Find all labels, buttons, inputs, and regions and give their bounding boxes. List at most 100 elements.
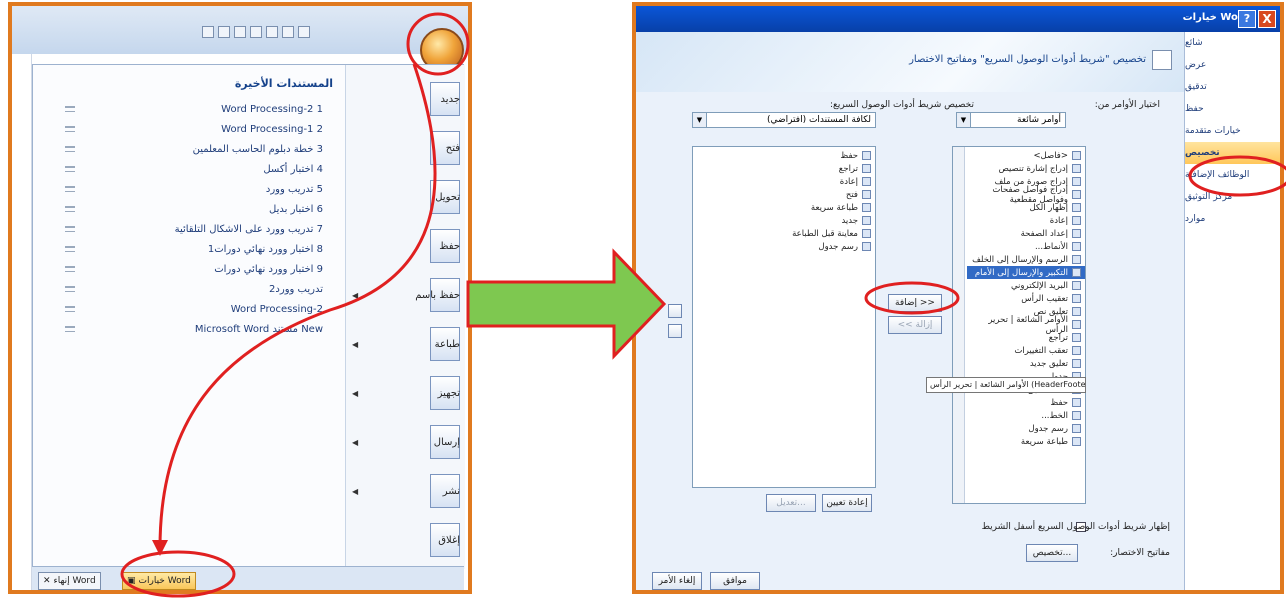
command-list-item[interactable]: تعليق جديد (967, 357, 1085, 370)
command-icon (1072, 320, 1081, 329)
office-command[interactable]: حفظ (346, 220, 466, 272)
office-command[interactable]: ◀ تجهيز (346, 367, 466, 419)
recent-document-item[interactable]: 6 اختبار بديل (59, 199, 329, 219)
command-list-item[interactable]: إدراج فواصل صفحات وفواصل مقطعية (967, 185, 1085, 205)
move-up-button[interactable] (668, 304, 682, 318)
pin-icon[interactable] (65, 126, 75, 132)
options-nav-item[interactable]: شائع (1185, 32, 1280, 54)
recent-document-item[interactable]: 5 تدريب وورد (59, 179, 329, 199)
commands-listbox[interactable]: <فاصل> إدراج إشارة تنصيص إدراج صورة من ملف… (952, 146, 1086, 504)
office-command[interactable]: ◀ نشر (346, 465, 466, 517)
shortcuts-customize-button[interactable]: تخصيص... (1026, 544, 1078, 562)
print-icon[interactable] (250, 26, 262, 38)
office-command[interactable]: تحويل (346, 171, 466, 223)
word-options-button[interactable]: ▣ خيارات Word (122, 572, 196, 590)
reset-button[interactable]: إعادة تعيين (822, 494, 872, 512)
pin-icon[interactable] (65, 246, 75, 252)
pin-icon[interactable] (65, 186, 75, 192)
recent-document-item[interactable]: New مستند Microsoft Word (59, 319, 329, 339)
add-button[interactable]: إضافة >> (888, 294, 942, 312)
recent-document-item[interactable]: 9 اختبار وورد نهائي دورات (59, 259, 329, 279)
modify-button[interactable]: تعديل... (766, 494, 816, 512)
command-icon (1072, 268, 1081, 277)
options-nav-item[interactable]: موارد (1185, 208, 1280, 230)
open-icon[interactable] (282, 26, 294, 38)
qat-listbox[interactable]: حفظ تراجع إعادة فتح طباعة سريعة جديد معاينة قب… (692, 146, 876, 488)
command-list-item[interactable]: تعقب التغييرات (967, 344, 1085, 357)
pin-icon[interactable] (65, 166, 75, 172)
recent-document-item[interactable]: 3 خطة دبلوم الحاسب المعلمين (59, 139, 329, 159)
ok-button[interactable]: موافق (710, 572, 760, 590)
recent-document-item[interactable]: تدريب وورد2 (59, 279, 329, 299)
exit-word-button[interactable]: ✕ إنهاء Word (38, 572, 101, 590)
email-icon[interactable] (298, 26, 310, 38)
qat-list-item[interactable]: طباعة سريعة (693, 201, 875, 214)
office-command-label: طباعة (434, 338, 460, 350)
qat-list-item[interactable]: جديد (693, 214, 875, 227)
options-nav-item[interactable]: الوظائف الإضافية (1185, 164, 1280, 186)
options-nav-item[interactable]: عرض (1185, 54, 1280, 76)
move-down-button[interactable] (668, 324, 682, 338)
office-command[interactable]: ◀ حفظ باسم (346, 269, 466, 321)
command-icon (1072, 177, 1081, 186)
qat-item-label: فتح (845, 189, 858, 200)
command-list-item[interactable]: إدراج إشارة تنصيص (967, 162, 1085, 175)
pin-icon[interactable] (65, 266, 75, 272)
office-command[interactable]: جديد (346, 73, 466, 125)
office-command[interactable]: ◀ إرسال (346, 416, 466, 468)
qat-list-item[interactable]: حفظ (693, 149, 875, 162)
pin-icon[interactable] (65, 206, 75, 212)
pin-icon[interactable] (65, 286, 75, 292)
save-icon[interactable] (202, 26, 214, 38)
pin-icon[interactable] (65, 106, 75, 112)
command-item-label: الأوامر الشائعة | تحرير الرأس (988, 314, 1068, 335)
pin-icon[interactable] (65, 326, 75, 332)
office-command[interactable]: فتح (346, 122, 466, 174)
recent-document-item[interactable]: Word Processing-2 (59, 299, 329, 319)
remove-button[interactable]: << إزالة (888, 316, 942, 334)
choose-commands-combo[interactable]: ▼ أوامر شائعة (956, 112, 1066, 128)
help-icon[interactable]: ? (1238, 10, 1256, 28)
pin-icon[interactable] (65, 306, 75, 312)
command-list-item[interactable]: التكبير والإرسال إلى الأمام (967, 266, 1085, 279)
command-list-item[interactable]: طباعة سريعة (967, 435, 1085, 448)
command-list-item[interactable]: البريد الإلكتروني (967, 279, 1085, 292)
command-list-item[interactable]: رسم جدول (967, 422, 1085, 435)
new-icon[interactable] (266, 26, 278, 38)
close-icon[interactable]: X (1258, 10, 1276, 28)
shortcuts-label: مفاتيح الاختصار: (1110, 548, 1170, 558)
command-list-item[interactable]: الأوامر الشائعة | تحرير الرأس (967, 315, 1085, 335)
office-command[interactable]: إغلاق (346, 514, 466, 566)
qat-list-item[interactable]: إعادة (693, 175, 875, 188)
qat-list-item[interactable]: تراجع (693, 162, 875, 175)
command-list-item[interactable]: الرسم والإرسال إلى الخلف (967, 253, 1085, 266)
options-nav-item[interactable]: خيارات متقدمة (1185, 120, 1280, 142)
recent-document-item[interactable]: 4 اختبار أكسل (59, 159, 329, 179)
command-list-item[interactable]: إعادة (967, 214, 1085, 227)
qat-list-item[interactable]: فتح (693, 188, 875, 201)
command-list-item[interactable]: الأنماط... (967, 240, 1085, 253)
pin-icon[interactable] (65, 146, 75, 152)
recent-document-item[interactable]: 2 Word Processing-1 (59, 119, 329, 139)
scrollbar[interactable] (953, 147, 965, 503)
command-list-item[interactable]: الخط... (967, 409, 1085, 422)
command-list-item[interactable]: إعداد الصفحة (967, 227, 1085, 240)
office-command[interactable]: ◀ طباعة (346, 318, 466, 370)
command-list-item[interactable]: حفظ (967, 396, 1085, 409)
undo-icon[interactable] (218, 26, 230, 38)
options-nav-item[interactable]: حفظ (1185, 98, 1280, 120)
recent-document-item[interactable]: 1 Word Processing-2 (59, 99, 329, 119)
pin-icon[interactable] (65, 226, 75, 232)
options-nav-item[interactable]: تدقيق (1185, 76, 1280, 98)
options-nav-item[interactable]: مركز التوثيق (1185, 186, 1280, 208)
options-nav-item[interactable]: تخصيص (1185, 142, 1280, 164)
qat-list-item[interactable]: رسم جدول (693, 240, 875, 253)
command-list-item[interactable]: تعقيب الرأس (967, 292, 1085, 305)
redo-icon[interactable] (234, 26, 246, 38)
recent-document-item[interactable]: 7 تدريب وورد على الاشكال التلقائية (59, 219, 329, 239)
recent-document-item[interactable]: 8 اختبار وورد نهائي دورات1 (59, 239, 329, 259)
command-list-item[interactable]: <فاصل> (967, 149, 1085, 162)
qat-list-item[interactable]: معاينة قبل الطباعة (693, 227, 875, 240)
cancel-button[interactable]: إلغاء الأمر (652, 572, 702, 590)
customize-qat-combo[interactable]: ▼ لكافة المستندات (افتراضي) (692, 112, 876, 128)
